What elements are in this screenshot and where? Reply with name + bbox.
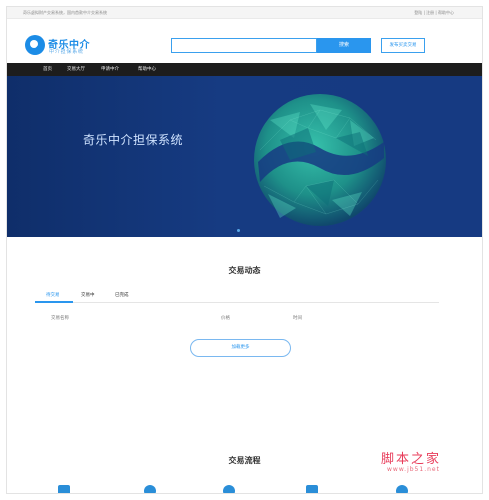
load-more-button[interactable]: 加载更多 (190, 339, 291, 357)
publish-trade-button[interactable]: 发布买卖交易 (381, 38, 425, 53)
flow-step-5-icon (396, 485, 408, 493)
jb51-watermark: 脚本之家 www.jb51.net (373, 448, 482, 478)
top-bar-tagline: 奇乐虚拟财产交易系统，国内首款中介交易系统 (23, 10, 107, 15)
flow-step-1-icon (58, 485, 70, 493)
search-button[interactable]: 搜索 (317, 38, 371, 53)
watermark-url: www.jb51.net (387, 466, 440, 473)
column-header-time: 时间 (293, 316, 302, 321)
main-nav: 首页 交易大厅 申请中介 帮助中心 (7, 63, 482, 76)
page-frame: 奇乐虚拟财产交易系统，国内首款中介交易系统 登陆 | 注册 | 帮助中心 奇乐中… (6, 6, 483, 494)
logo-q-icon (25, 35, 45, 55)
polygon-sphere-graphic (254, 94, 386, 226)
watermark-text: 脚本之家 (381, 452, 442, 467)
column-header-name: 交易名称 (51, 316, 69, 321)
top-bar-user-links[interactable]: 登陆 | 注册 | 帮助中心 (414, 10, 454, 16)
active-tab-indicator (35, 301, 73, 303)
header: 奇乐中介 中介担保系统 搜索 发布买卖交易 (7, 19, 482, 63)
tab-in-progress[interactable]: 交易中 (81, 292, 95, 298)
nav-item-help[interactable]: 帮助中心 (138, 63, 156, 76)
carousel-indicator[interactable] (237, 229, 240, 232)
column-header-price: 价格 (221, 316, 230, 321)
trade-activity-title: 交易动态 (228, 266, 261, 275)
tab-completed[interactable]: 已完成 (115, 292, 129, 298)
banner-title: 奇乐中介担保系统 (83, 133, 184, 147)
nav-item-home[interactable]: 首页 (43, 63, 52, 76)
nav-item-apply-agent[interactable]: 申请中介 (101, 63, 119, 76)
logo-subtitle: 中介担保系统 (49, 49, 84, 55)
trade-flow-steps (7, 481, 482, 493)
hero-banner: 奇乐中介担保系统 (7, 76, 482, 237)
top-bar: 奇乐虚拟财产交易系统，国内首款中介交易系统 登陆 | 注册 | 帮助中心 (7, 7, 482, 19)
tab-pending[interactable]: 待交易 (46, 292, 60, 298)
search-input[interactable] (171, 38, 317, 53)
flow-step-3-icon (223, 485, 235, 493)
site-logo[interactable]: 奇乐中介 中介担保系统 (25, 35, 125, 57)
flow-step-2-icon (144, 485, 156, 493)
nav-item-trade-hall[interactable]: 交易大厅 (67, 63, 85, 76)
trade-table-header: 交易名称 价格 时间 (35, 313, 439, 323)
trade-tabs: 待交易 交易中 已完成 (35, 289, 439, 303)
flow-step-4-icon (306, 485, 318, 493)
